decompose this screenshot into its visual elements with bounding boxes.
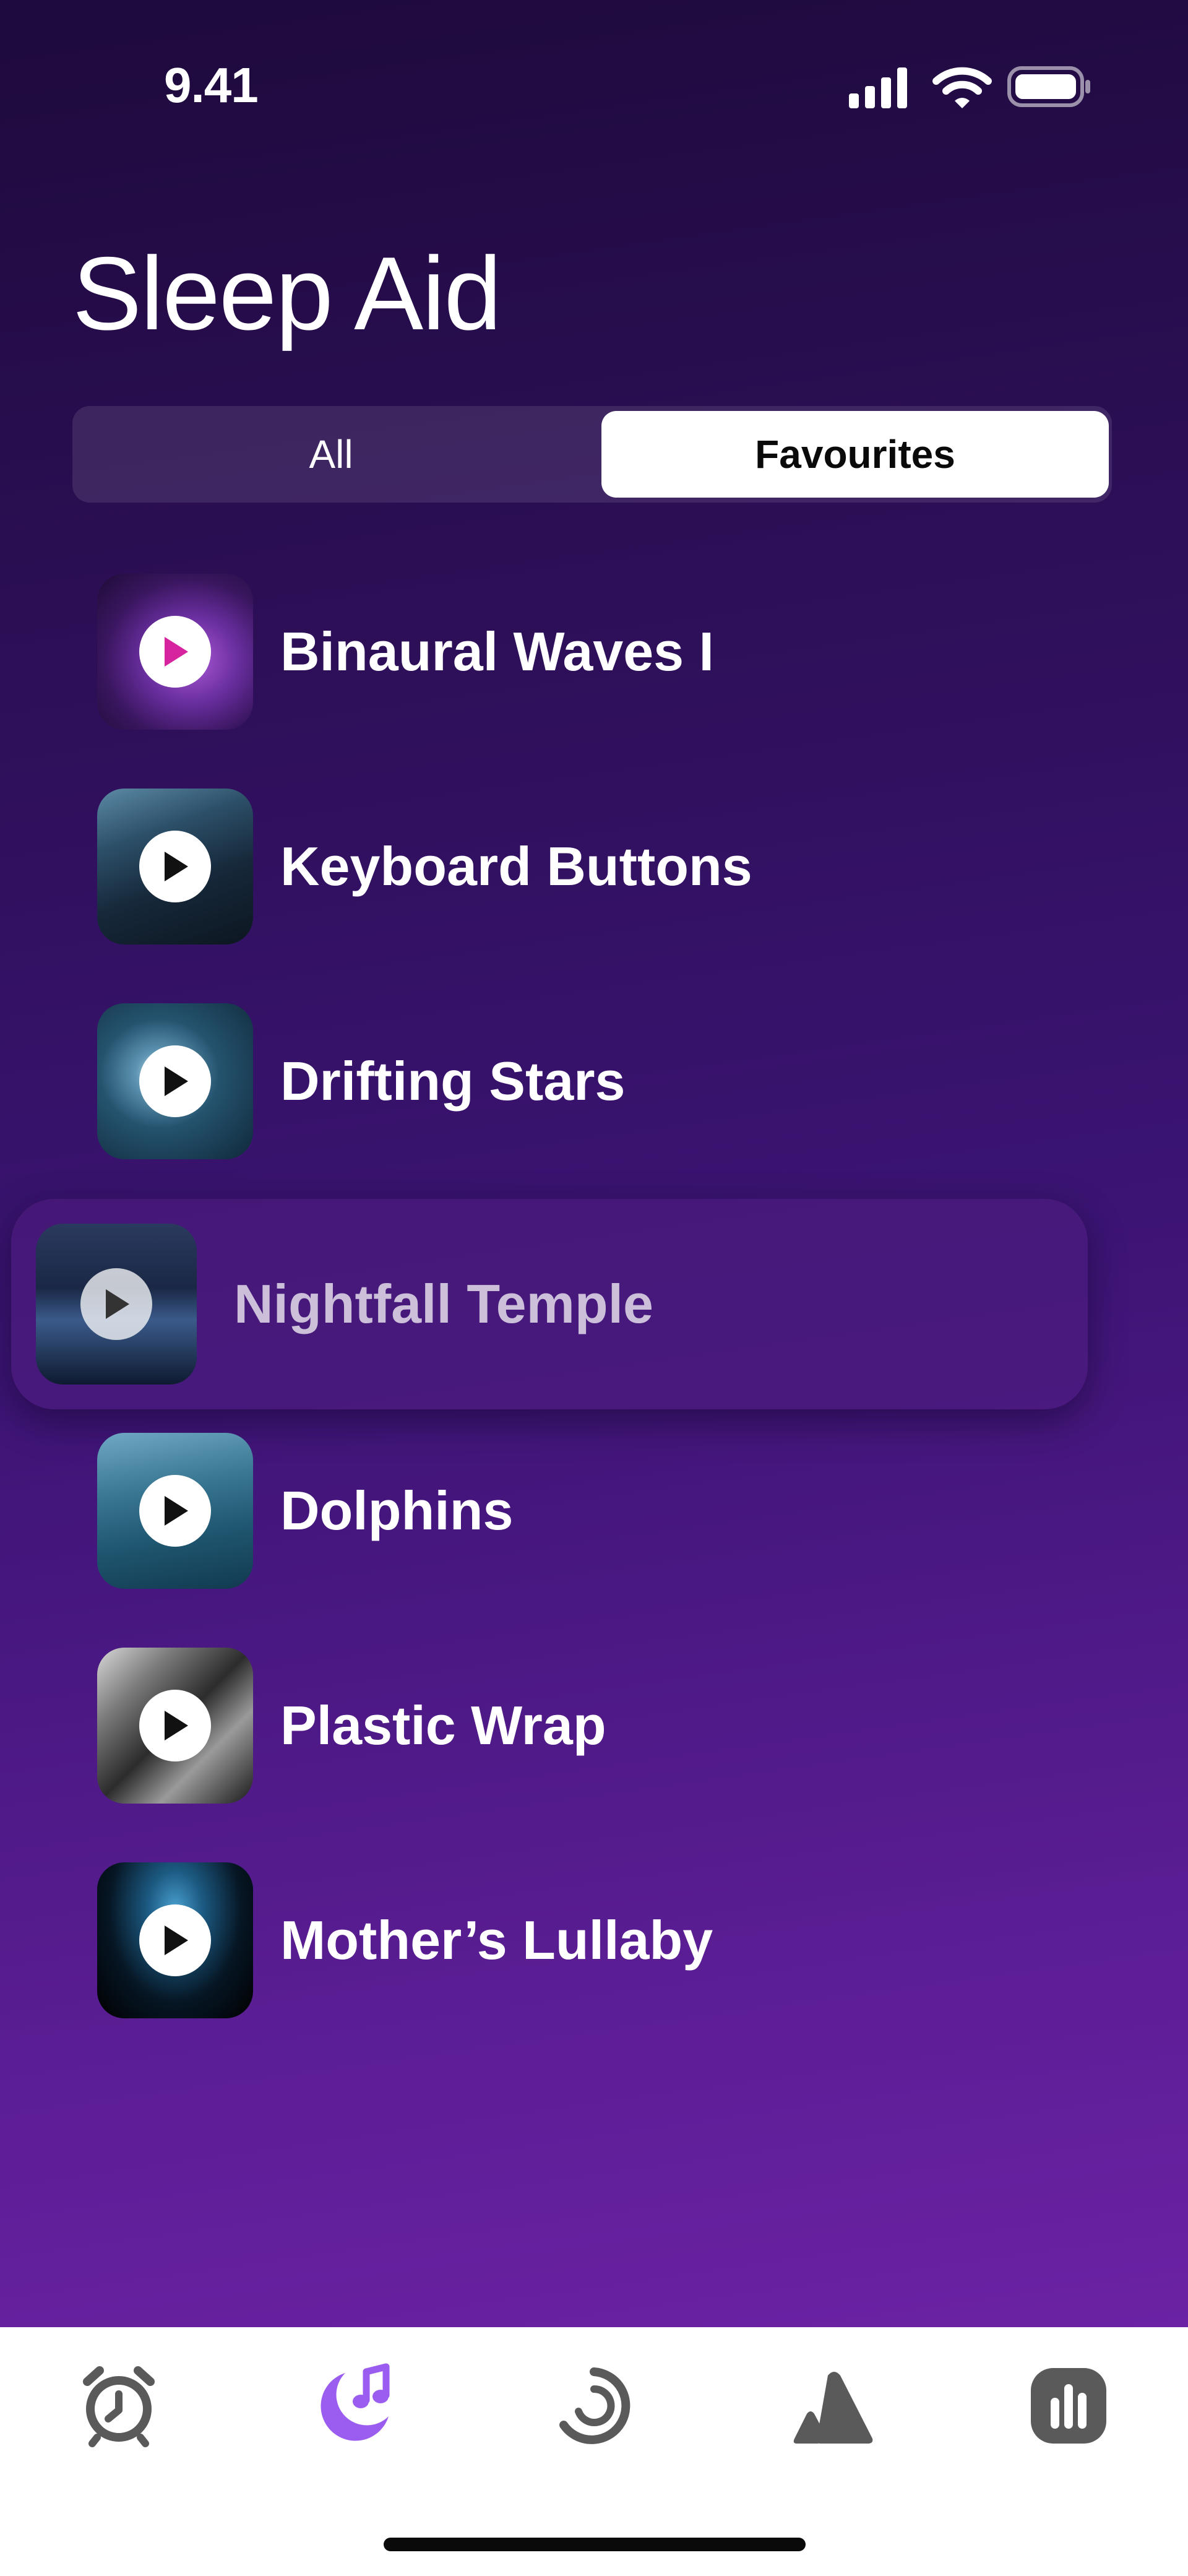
play-icon bbox=[106, 1289, 129, 1319]
wifi-icon bbox=[932, 67, 992, 108]
thumbnail-drifting-stars bbox=[97, 1003, 253, 1159]
stats-icon bbox=[1031, 2368, 1106, 2444]
play-button[interactable] bbox=[139, 616, 211, 688]
segment-favourites[interactable]: Favourites bbox=[601, 411, 1109, 498]
list-item[interactable]: Binaural Waves I bbox=[0, 574, 1188, 735]
sound-title: Nightfall Temple bbox=[234, 1273, 653, 1334]
list-item[interactable]: Dolphins bbox=[0, 1433, 1188, 1594]
play-button[interactable] bbox=[139, 831, 211, 902]
play-button[interactable] bbox=[139, 1045, 211, 1117]
sound-title: Mother’s Lullaby bbox=[280, 1909, 713, 1971]
sound-title: Binaural Waves I bbox=[280, 621, 714, 682]
thumbnail-mothers-lullaby bbox=[97, 1862, 253, 2018]
tab-alarms[interactable] bbox=[72, 2359, 165, 2452]
tab-statistics[interactable] bbox=[1022, 2359, 1115, 2452]
moon-music-icon bbox=[321, 2363, 390, 2441]
segment-all[interactable]: All bbox=[77, 411, 585, 498]
play-icon bbox=[165, 637, 188, 667]
thumbnail-dolphins bbox=[97, 1433, 253, 1589]
page-title: Sleep Aid bbox=[72, 235, 502, 352]
screen-background: 9.41 Sleep Aid All Favourites Binaural W… bbox=[0, 0, 1188, 2327]
home-indicator bbox=[384, 2538, 806, 2551]
status-time: 9.41 bbox=[164, 58, 259, 113]
play-icon bbox=[165, 1496, 188, 1526]
tab-timer[interactable] bbox=[548, 2359, 640, 2452]
sound-title: Plastic Wrap bbox=[280, 1695, 606, 1756]
sound-title: Keyboard Buttons bbox=[280, 836, 752, 897]
list-item[interactable]: Plastic Wrap bbox=[0, 1648, 1188, 1809]
play-button[interactable] bbox=[139, 1904, 211, 1976]
tab-mountain[interactable] bbox=[785, 2359, 877, 2452]
list-item-dragging[interactable]: Nightfall Temple bbox=[11, 1199, 1088, 1409]
segmented-control: All Favourites bbox=[72, 406, 1112, 503]
thumbnail-nightfall-temple bbox=[36, 1224, 197, 1385]
list-item[interactable]: Mother’s Lullaby bbox=[0, 1862, 1188, 2023]
mountain-icon bbox=[793, 2372, 873, 2444]
list-item[interactable]: Drifting Stars bbox=[0, 1003, 1188, 1164]
tab-sleep-aid[interactable] bbox=[309, 2359, 402, 2452]
play-icon bbox=[165, 1066, 188, 1096]
list-item[interactable]: Keyboard Buttons bbox=[0, 789, 1188, 949]
play-icon bbox=[165, 852, 188, 881]
thumbnail-keyboard-buttons bbox=[97, 789, 253, 944]
alarm-clock-icon bbox=[83, 2366, 155, 2447]
play-icon bbox=[165, 1926, 188, 1955]
cellular-signal-icon bbox=[849, 67, 907, 108]
battery-icon bbox=[1007, 66, 1090, 107]
play-button[interactable] bbox=[80, 1268, 152, 1340]
play-button[interactable] bbox=[139, 1475, 211, 1547]
thumbnail-binaural-waves bbox=[97, 574, 253, 730]
timer-icon bbox=[559, 2367, 631, 2444]
sound-title: Drifting Stars bbox=[280, 1050, 626, 1112]
play-button[interactable] bbox=[139, 1690, 211, 1761]
play-icon bbox=[165, 1711, 188, 1740]
thumbnail-plastic-wrap bbox=[97, 1648, 253, 1804]
sound-title: Dolphins bbox=[280, 1480, 514, 1541]
